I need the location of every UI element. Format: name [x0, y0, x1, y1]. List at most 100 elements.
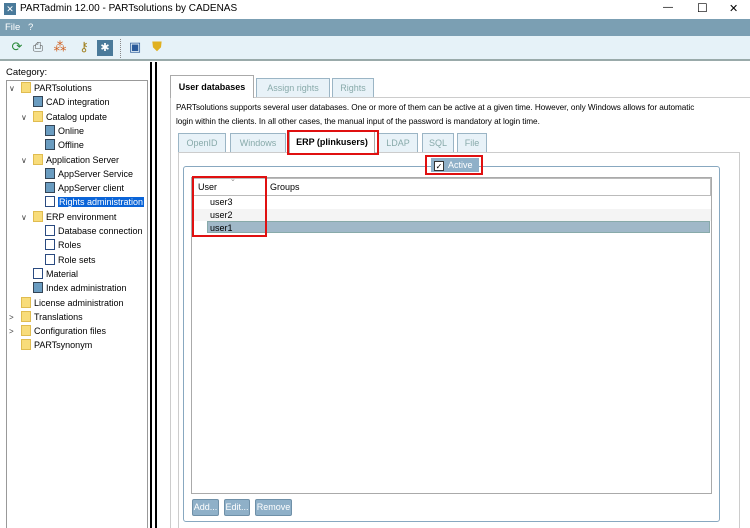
tree-item-label: PARTsynonym: [34, 340, 93, 351]
folder-icon: [21, 325, 31, 337]
tree-item-label: ERP environment: [46, 211, 117, 222]
title-bar: ✕ PARTadmin 12.00 - PARTsolutions by CAD…: [0, 0, 750, 19]
expand-chevron-icon[interactable]: ∨: [21, 154, 27, 167]
tool-icon: [45, 139, 55, 151]
tree-item[interactable]: ∨ Catalog update: [21, 110, 108, 124]
tree-item-label: AppServer Service: [58, 168, 134, 179]
tree-item[interactable]: ∨ PARTsolutions: [9, 82, 92, 95]
tree-item[interactable]: ∨ Application Server: [21, 153, 120, 167]
tree-item[interactable]: Online: [45, 124, 85, 138]
tool-icon: [45, 182, 55, 194]
table-row[interactable]: user3: [193, 196, 711, 208]
folder-icon: [33, 210, 43, 222]
folder-icon: [21, 82, 31, 93]
tree-item[interactable]: Rights administration: [45, 196, 145, 209]
expand-chevron-icon[interactable]: >: [9, 325, 14, 338]
expand-chevron-icon[interactable]: ∨: [21, 211, 27, 224]
tree-item-label: Material: [46, 268, 79, 279]
tree-item[interactable]: Offline: [45, 139, 84, 152]
remove-button[interactable]: Remove: [255, 499, 292, 516]
expand-chevron-icon[interactable]: ∨: [9, 82, 15, 95]
tree-item-label: AppServer client: [58, 183, 125, 194]
subtab-openid[interactable]: OpenID: [178, 133, 226, 152]
tree-item-label: Roles: [58, 240, 82, 251]
tree-item-label: Database connection: [58, 226, 143, 236]
expand-chevron-icon[interactable]: ∨: [21, 111, 27, 124]
tree-item-label: Role sets: [58, 254, 96, 265]
tab-user-databases[interactable]: User databases: [170, 75, 254, 98]
tree-item[interactable]: License administration: [21, 296, 124, 310]
tree-item[interactable]: > Translations: [9, 310, 83, 324]
highlight-user-column: [192, 176, 267, 237]
doc-icon: [45, 196, 55, 208]
subtab-windows[interactable]: Windows: [230, 133, 286, 152]
edit-button[interactable]: Edit...: [224, 499, 250, 516]
tool-icon: [45, 124, 55, 136]
tab-assign-rights[interactable]: Assign rights: [256, 78, 330, 97]
subtab-sql[interactable]: SQL: [422, 133, 454, 152]
table-header: User ⌄ Groups: [193, 175, 711, 196]
highlight-erp-tab: [287, 130, 379, 155]
toolbar-separator: [120, 39, 121, 58]
menu-file[interactable]: File: [5, 22, 20, 33]
tree-item[interactable]: Database connection: [45, 225, 143, 238]
settings-icon[interactable]: ✱: [97, 40, 113, 56]
tree-item-label: CAD integration: [46, 97, 110, 108]
tree-item[interactable]: Index administration: [33, 282, 127, 295]
tree-item[interactable]: ∨ ERP environment: [21, 210, 117, 224]
tree-item-label: Catalog update: [46, 111, 108, 122]
tree-item[interactable]: PARTsynonym: [21, 339, 92, 352]
printer-icon[interactable]: ⎙: [30, 40, 46, 56]
table-row[interactable]: user2: [193, 209, 711, 221]
table-row-selected[interactable]: user1: [207, 221, 710, 233]
tree-item[interactable]: Role sets: [45, 253, 96, 267]
highlight-active: [425, 155, 483, 175]
window-title: PARTadmin 12.00 - PARTsolutions by CADEN…: [20, 3, 238, 14]
folder-icon: [33, 153, 43, 165]
tree-item-label: Rights administration: [58, 197, 145, 208]
splitter[interactable]: [155, 62, 157, 528]
app-icon: ✕: [4, 3, 16, 15]
description: PARTsolutions supports several user data…: [176, 101, 744, 129]
tree-item-label: PARTsolutions: [34, 83, 92, 93]
folder-icon: [21, 339, 31, 351]
maximize-button[interactable]: ☐: [697, 1, 708, 15]
description-line-1: PARTsolutions supports several user data…: [176, 103, 695, 112]
tree-item[interactable]: Material: [33, 267, 79, 281]
tree-item[interactable]: > Configuration files: [9, 325, 106, 338]
tree-item-label: Translations: [34, 311, 83, 322]
splitter[interactable]: [150, 62, 152, 528]
menu-help[interactable]: ?: [28, 22, 33, 33]
tree-item[interactable]: CAD integration: [33, 96, 110, 109]
keys-icon[interactable]: ⚷: [76, 40, 92, 56]
add-button[interactable]: Add...: [192, 499, 219, 516]
tree-item[interactable]: Roles: [45, 239, 81, 252]
tree-item[interactable]: AppServer Service: [45, 167, 134, 181]
tool-icon: [33, 282, 43, 294]
network-icon[interactable]: ⁂: [52, 40, 68, 56]
tool-icon: [45, 167, 55, 179]
doc-icon: [33, 267, 43, 279]
tree-item-label: Application Server: [46, 154, 120, 165]
description-line-2: login within the clients. In all other c…: [176, 117, 540, 126]
toolbar: ⟳ ⎙ ⁂ ⚷ ✱ ▣ ⛊: [0, 36, 750, 61]
subtab-file[interactable]: File: [457, 133, 487, 152]
tool-icon: [33, 96, 43, 108]
subtab-ldap[interactable]: LDAP: [378, 133, 418, 152]
minimize-button[interactable]: —: [663, 2, 673, 13]
folder-icon: [21, 310, 31, 322]
tree-item[interactable]: AppServer client: [45, 182, 124, 195]
expand-chevron-icon[interactable]: >: [9, 311, 14, 324]
folder-icon: [21, 296, 31, 308]
close-button[interactable]: ✕: [729, 2, 738, 15]
category-label: Category:: [6, 67, 48, 78]
tree-item-label: Online: [58, 125, 85, 136]
shield-icon[interactable]: ⛊: [149, 40, 165, 56]
tree-item-label: License administration: [34, 297, 124, 308]
save-icon[interactable]: ▣: [127, 40, 143, 56]
refresh-icon[interactable]: ⟳: [9, 40, 25, 56]
tab-rights[interactable]: Rights: [332, 78, 374, 97]
column-header-groups[interactable]: Groups: [270, 182, 300, 192]
doc-icon: [45, 225, 55, 236]
doc-icon: [45, 239, 55, 251]
